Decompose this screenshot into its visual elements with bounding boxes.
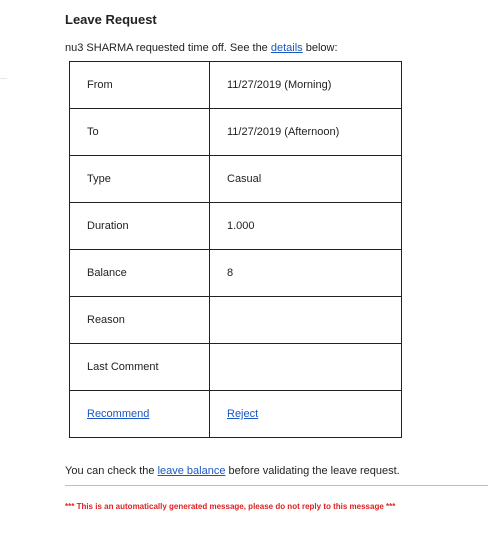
row-label-reason: Reason [69, 296, 210, 344]
divider [0, 78, 7, 79]
footer-suffix: before validating the leave request. [225, 465, 400, 477]
row-label-from: From [69, 61, 210, 109]
row-value-reason [209, 296, 402, 344]
row-value-type: Casual [209, 155, 402, 203]
intro-suffix: below: [302, 42, 338, 54]
table-row: Balance 8 [69, 249, 402, 297]
row-label-last-comment: Last Comment [69, 343, 210, 391]
table-row: From 11/27/2019 (Morning) [69, 61, 402, 109]
recommend-link[interactable]: Recommend [87, 408, 149, 420]
page-title: Leave Request [65, 12, 157, 27]
auto-message-warning: *** This is an automatically generated m… [65, 502, 396, 511]
footer-note: You can check the leave balance before v… [65, 465, 400, 477]
divider [65, 485, 488, 486]
row-value-balance: 8 [209, 249, 402, 297]
row-value-duration: 1.000 [209, 202, 402, 250]
table-row: To 11/27/2019 (Afternoon) [69, 108, 402, 156]
table-row: Reason [69, 296, 402, 344]
row-value-last-comment [209, 343, 402, 391]
row-label-to: To [69, 108, 210, 156]
row-label-balance: Balance [69, 249, 210, 297]
row-value-from: 11/27/2019 (Morning) [209, 61, 402, 109]
intro-prefix: nu3 SHARMA requested time off. See the [65, 42, 271, 54]
footer-prefix: You can check the [65, 465, 158, 477]
row-label-type: Type [69, 155, 210, 203]
row-label-duration: Duration [69, 202, 210, 250]
leave-balance-link[interactable]: leave balance [158, 465, 226, 477]
table-row: Last Comment [69, 343, 402, 391]
email-body: Leave Request nu3 SHARMA requested time … [0, 0, 488, 551]
intro-text: nu3 SHARMA requested time off. See the d… [65, 42, 338, 54]
table-row-actions: Recommend Reject [69, 390, 402, 438]
recommend-cell: Recommend [69, 390, 210, 438]
row-value-to: 11/27/2019 (Afternoon) [209, 108, 402, 156]
table-row: Duration 1.000 [69, 202, 402, 250]
details-link[interactable]: details [271, 42, 303, 54]
reject-cell: Reject [209, 390, 402, 438]
reject-link[interactable]: Reject [227, 408, 258, 420]
table-row: Type Casual [69, 155, 402, 203]
leave-details-table: From 11/27/2019 (Morning) To 11/27/2019 … [69, 61, 402, 438]
